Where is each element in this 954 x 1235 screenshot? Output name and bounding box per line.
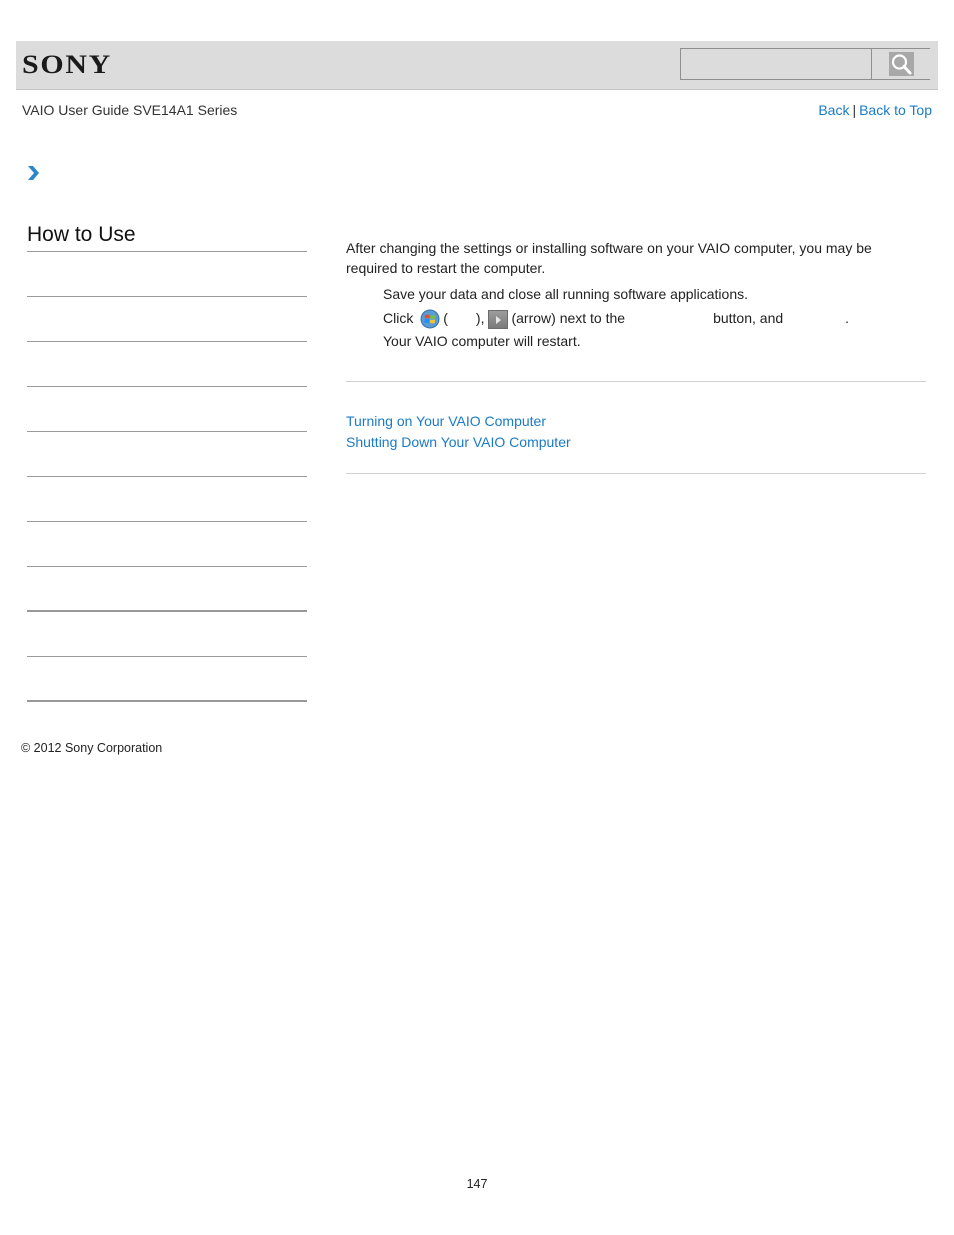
intro-paragraph: After changing the settings or installin… [346,240,872,276]
sidebar-item[interactable] [27,657,307,702]
article-content: After changing the settings or installin… [346,238,926,351]
divider [346,381,926,382]
related-topics: Turning on Your VAIO Computer Shutting D… [346,411,571,453]
back-link[interactable]: Back [818,102,849,118]
step-2-click: Click [383,310,414,326]
sony-logo: SONY [22,50,112,79]
windows-start-icon [420,309,440,329]
search-button[interactable] [871,49,930,79]
search-box [680,48,930,80]
sidebar-item[interactable] [27,387,307,432]
step-2-open-paren: ( [443,310,448,326]
step-2-period: . [845,310,850,326]
step-1: Save your data and close all running sof… [383,286,748,302]
sidebar-item[interactable] [27,612,307,657]
chevron-right-icon [28,166,39,180]
search-input[interactable] [681,49,871,79]
related-link-turning-on[interactable]: Turning on Your VAIO Computer [346,411,571,432]
top-links: Back | Back to Top [818,102,932,118]
step-2-result: Your VAIO computer will restart. [383,333,581,350]
header-bar: SONY [16,41,938,90]
sidebar-item[interactable] [27,252,307,297]
search-icon [891,54,912,75]
sidebar: How to Use [27,220,307,702]
sidebar-item[interactable] [27,297,307,342]
breadcrumb[interactable] [26,165,40,186]
page-number: 147 [466,1177,488,1191]
step-2-close-paren: ), [475,310,485,326]
link-separator: | [852,102,857,118]
sidebar-item[interactable] [27,432,307,477]
back-to-top-link[interactable]: Back to Top [859,102,932,118]
sidebar-item[interactable] [27,342,307,387]
arrow-button-icon [488,309,509,329]
sidebar-item[interactable] [27,522,307,567]
sidebar-item[interactable] [27,477,307,522]
guide-title: VAIO User Guide SVE14A1 Series [22,102,238,118]
divider [346,473,926,474]
step-2: Click (), (arrow) next to the button, and. [346,308,926,329]
related-link-shutting-down[interactable]: Shutting Down Your VAIO Computer [346,432,571,453]
copyright: © 2012 Sony Corporation [21,741,163,755]
step-2-arrow-text: (arrow) next to the [511,310,626,326]
step-2-button-and: button, and [713,310,784,326]
sidebar-item[interactable] [27,567,307,612]
sidebar-title: How to Use [27,220,307,252]
